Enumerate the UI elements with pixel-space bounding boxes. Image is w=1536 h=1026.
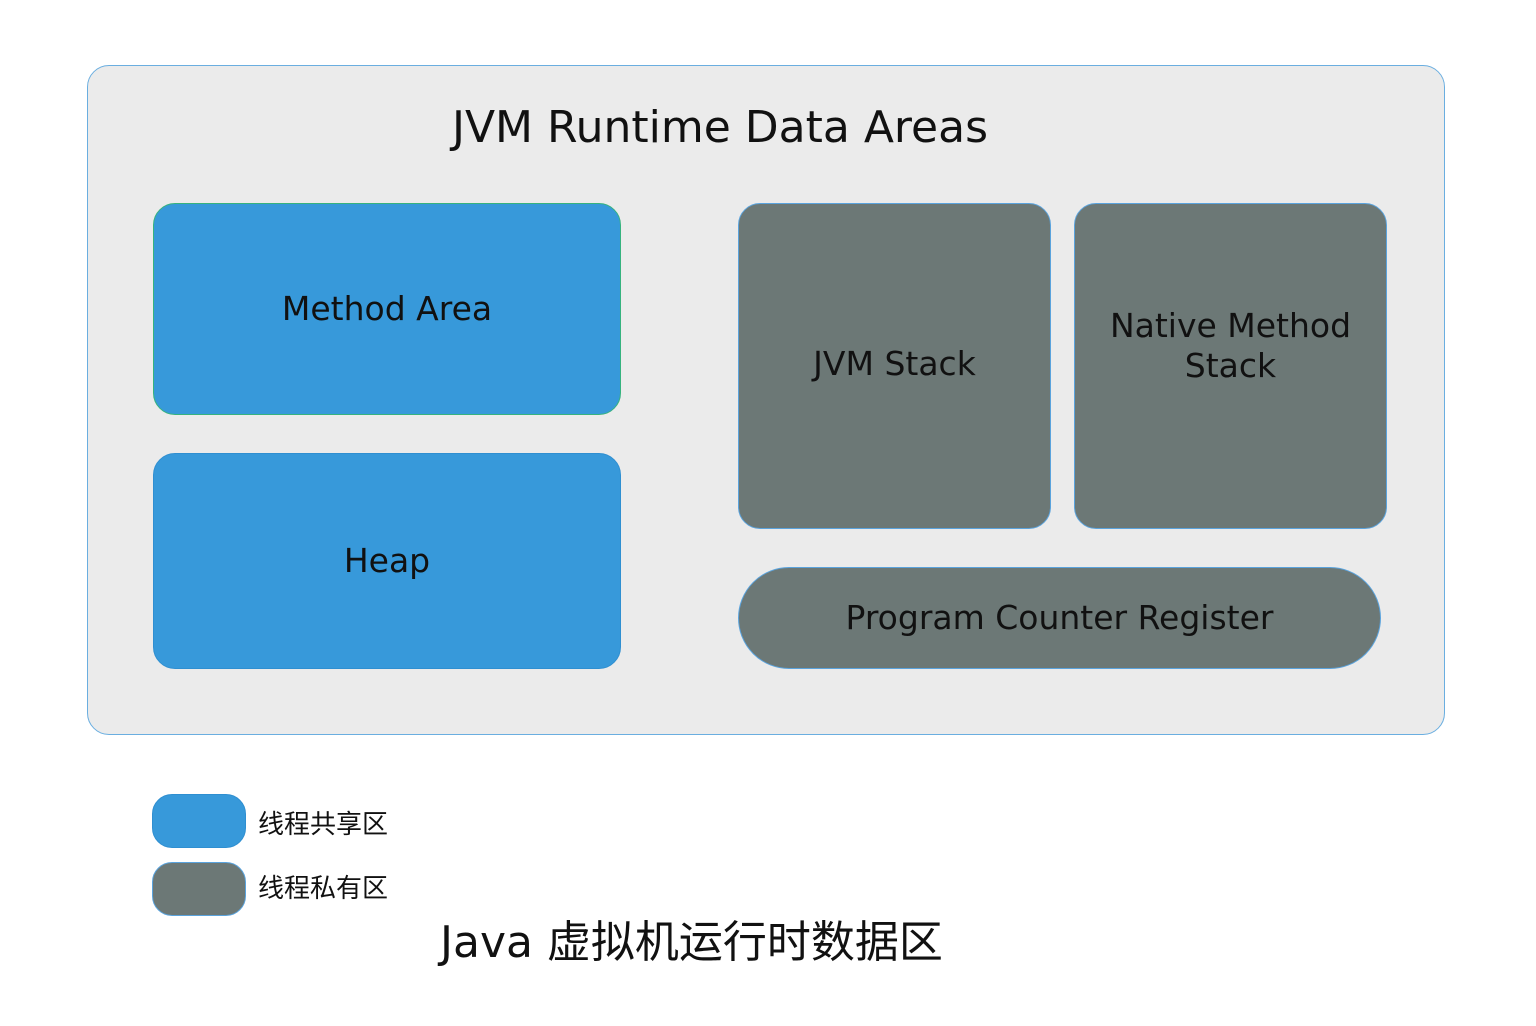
native-method-stack-label: Native Method Stack (1110, 306, 1351, 386)
legend-private-swatch (152, 862, 246, 916)
program-counter-register-label: Program Counter Register (845, 598, 1274, 637)
method-area-label: Method Area (281, 289, 493, 328)
jvm-stack-box: JVM Stack (738, 203, 1051, 529)
method-area-box: Method Area (153, 203, 621, 415)
diagram-title: JVM Runtime Data Areas (451, 102, 988, 153)
legend-shared-label: 线程共享区 (258, 810, 389, 840)
native-method-stack-box: Native Method Stack (1074, 203, 1387, 529)
legend-private-label: 线程私有区 (258, 874, 389, 904)
native-method-stack-label-line2: Stack (1184, 346, 1277, 385)
diagram-caption: Java 虚拟机运行时数据区 (440, 917, 943, 968)
legend-shared-swatch (152, 794, 246, 848)
program-counter-register-box: Program Counter Register (738, 567, 1381, 669)
heap-label: Heap (343, 541, 431, 580)
native-method-stack-label-line1: Native Method (1109, 306, 1352, 345)
jvm-stack-label: JVM Stack (813, 344, 976, 383)
heap-box: Heap (153, 453, 621, 669)
